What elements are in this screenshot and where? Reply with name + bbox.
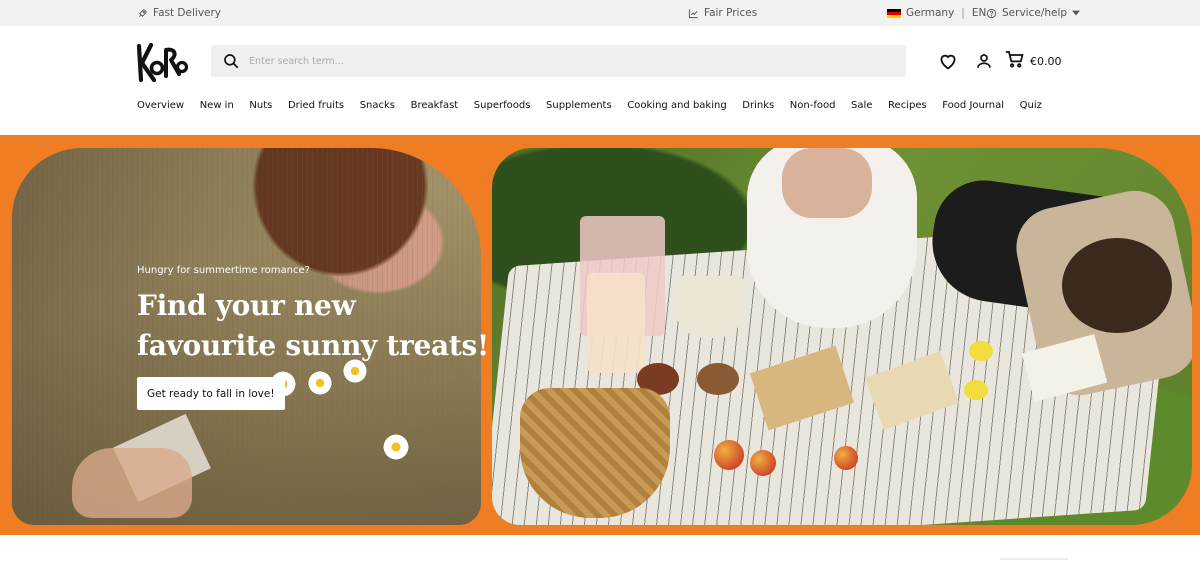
nav-item-drinks[interactable]: Drinks	[742, 100, 774, 116]
divider	[1000, 558, 1068, 560]
separator: |	[961, 7, 965, 19]
nav-item-food-journal[interactable]: Food Journal	[942, 100, 1004, 116]
chevron-down-icon	[1072, 10, 1081, 16]
hero-image-picnic	[492, 148, 1192, 525]
search-input[interactable]	[249, 55, 849, 67]
cart-total: €0.00	[1030, 54, 1062, 68]
help-circle-icon	[986, 8, 997, 19]
country-language-selector[interactable]: Germany | EN	[887, 0, 986, 26]
rocket-icon	[137, 8, 148, 19]
lemon	[964, 380, 988, 400]
snack-bag	[587, 273, 645, 373]
nav-item-snacks[interactable]: Snacks	[360, 100, 395, 116]
fast-delivery-info: Fast Delivery	[137, 0, 221, 26]
nav-item-recipes[interactable]: Recipes	[888, 100, 927, 116]
daisy-decoration	[307, 370, 333, 396]
person-hair	[1062, 238, 1172, 333]
language-label: EN	[971, 7, 987, 19]
chart-icon	[688, 8, 699, 19]
nav-item-sale[interactable]: Sale	[851, 100, 872, 116]
person-sitting-torso	[782, 148, 872, 218]
germany-flag-icon	[887, 8, 901, 18]
koro-logo-mark	[136, 42, 189, 83]
search-icon[interactable]	[222, 52, 240, 70]
apple	[750, 450, 776, 476]
nav-item-new-in[interactable]: New in	[200, 100, 234, 116]
service-help-label: Service/help	[1002, 7, 1068, 19]
search-bar[interactable]	[211, 45, 906, 77]
nav-item-overview[interactable]: Overview	[137, 100, 184, 116]
hand	[72, 448, 192, 518]
hero-headline: Find your new favourite sunny treats!	[137, 289, 489, 362]
nav-item-non-food[interactable]: Non-food	[790, 100, 836, 116]
daisy-decoration	[382, 433, 410, 461]
cart-button[interactable]: €0.00	[1005, 50, 1067, 72]
fair-prices-label: Fair Prices	[704, 7, 758, 19]
nav-item-breakfast[interactable]: Breakfast	[411, 100, 459, 116]
nav-item-dried-fruits[interactable]: Dried fruits	[288, 100, 344, 116]
wicker-basket	[520, 388, 670, 518]
nav-item-cooking-and-baking[interactable]: Cooking and baking	[627, 100, 726, 116]
fast-delivery-label: Fast Delivery	[153, 7, 222, 19]
apple	[714, 440, 744, 470]
nav-item-supplements[interactable]: Supplements	[546, 100, 612, 116]
service-help-menu[interactable]: Service/help	[986, 0, 1081, 26]
ice-bucket	[675, 276, 745, 338]
lemon	[969, 341, 993, 361]
apple	[834, 446, 858, 470]
nav-item-quiz[interactable]: Quiz	[1020, 100, 1042, 116]
hero-banner[interactable]: Hungry for summertime romance? Find your…	[0, 135, 1200, 535]
hero-eyebrow: Hungry for summertime romance?	[137, 265, 310, 276]
fair-prices-info: Fair Prices	[688, 0, 757, 26]
bowl	[697, 363, 739, 395]
cart-icon	[1005, 50, 1024, 72]
main-navigation: Overview New in Nuts Dried fruits Snacks…	[137, 100, 1042, 116]
heart-icon[interactable]	[937, 50, 959, 72]
top-info-bar: Fast Delivery Fair Prices Germany | EN S…	[0, 0, 1200, 26]
nav-item-nuts[interactable]: Nuts	[249, 100, 272, 116]
hero-cta-button[interactable]: Get ready to fall in love!	[137, 377, 285, 410]
koro-logo[interactable]	[136, 40, 189, 84]
country-label: Germany	[906, 7, 955, 19]
user-icon[interactable]	[973, 50, 995, 72]
nav-item-superfoods[interactable]: Superfoods	[474, 100, 531, 116]
hero-text: Hungry for summertime romance? Find your…	[137, 265, 497, 366]
